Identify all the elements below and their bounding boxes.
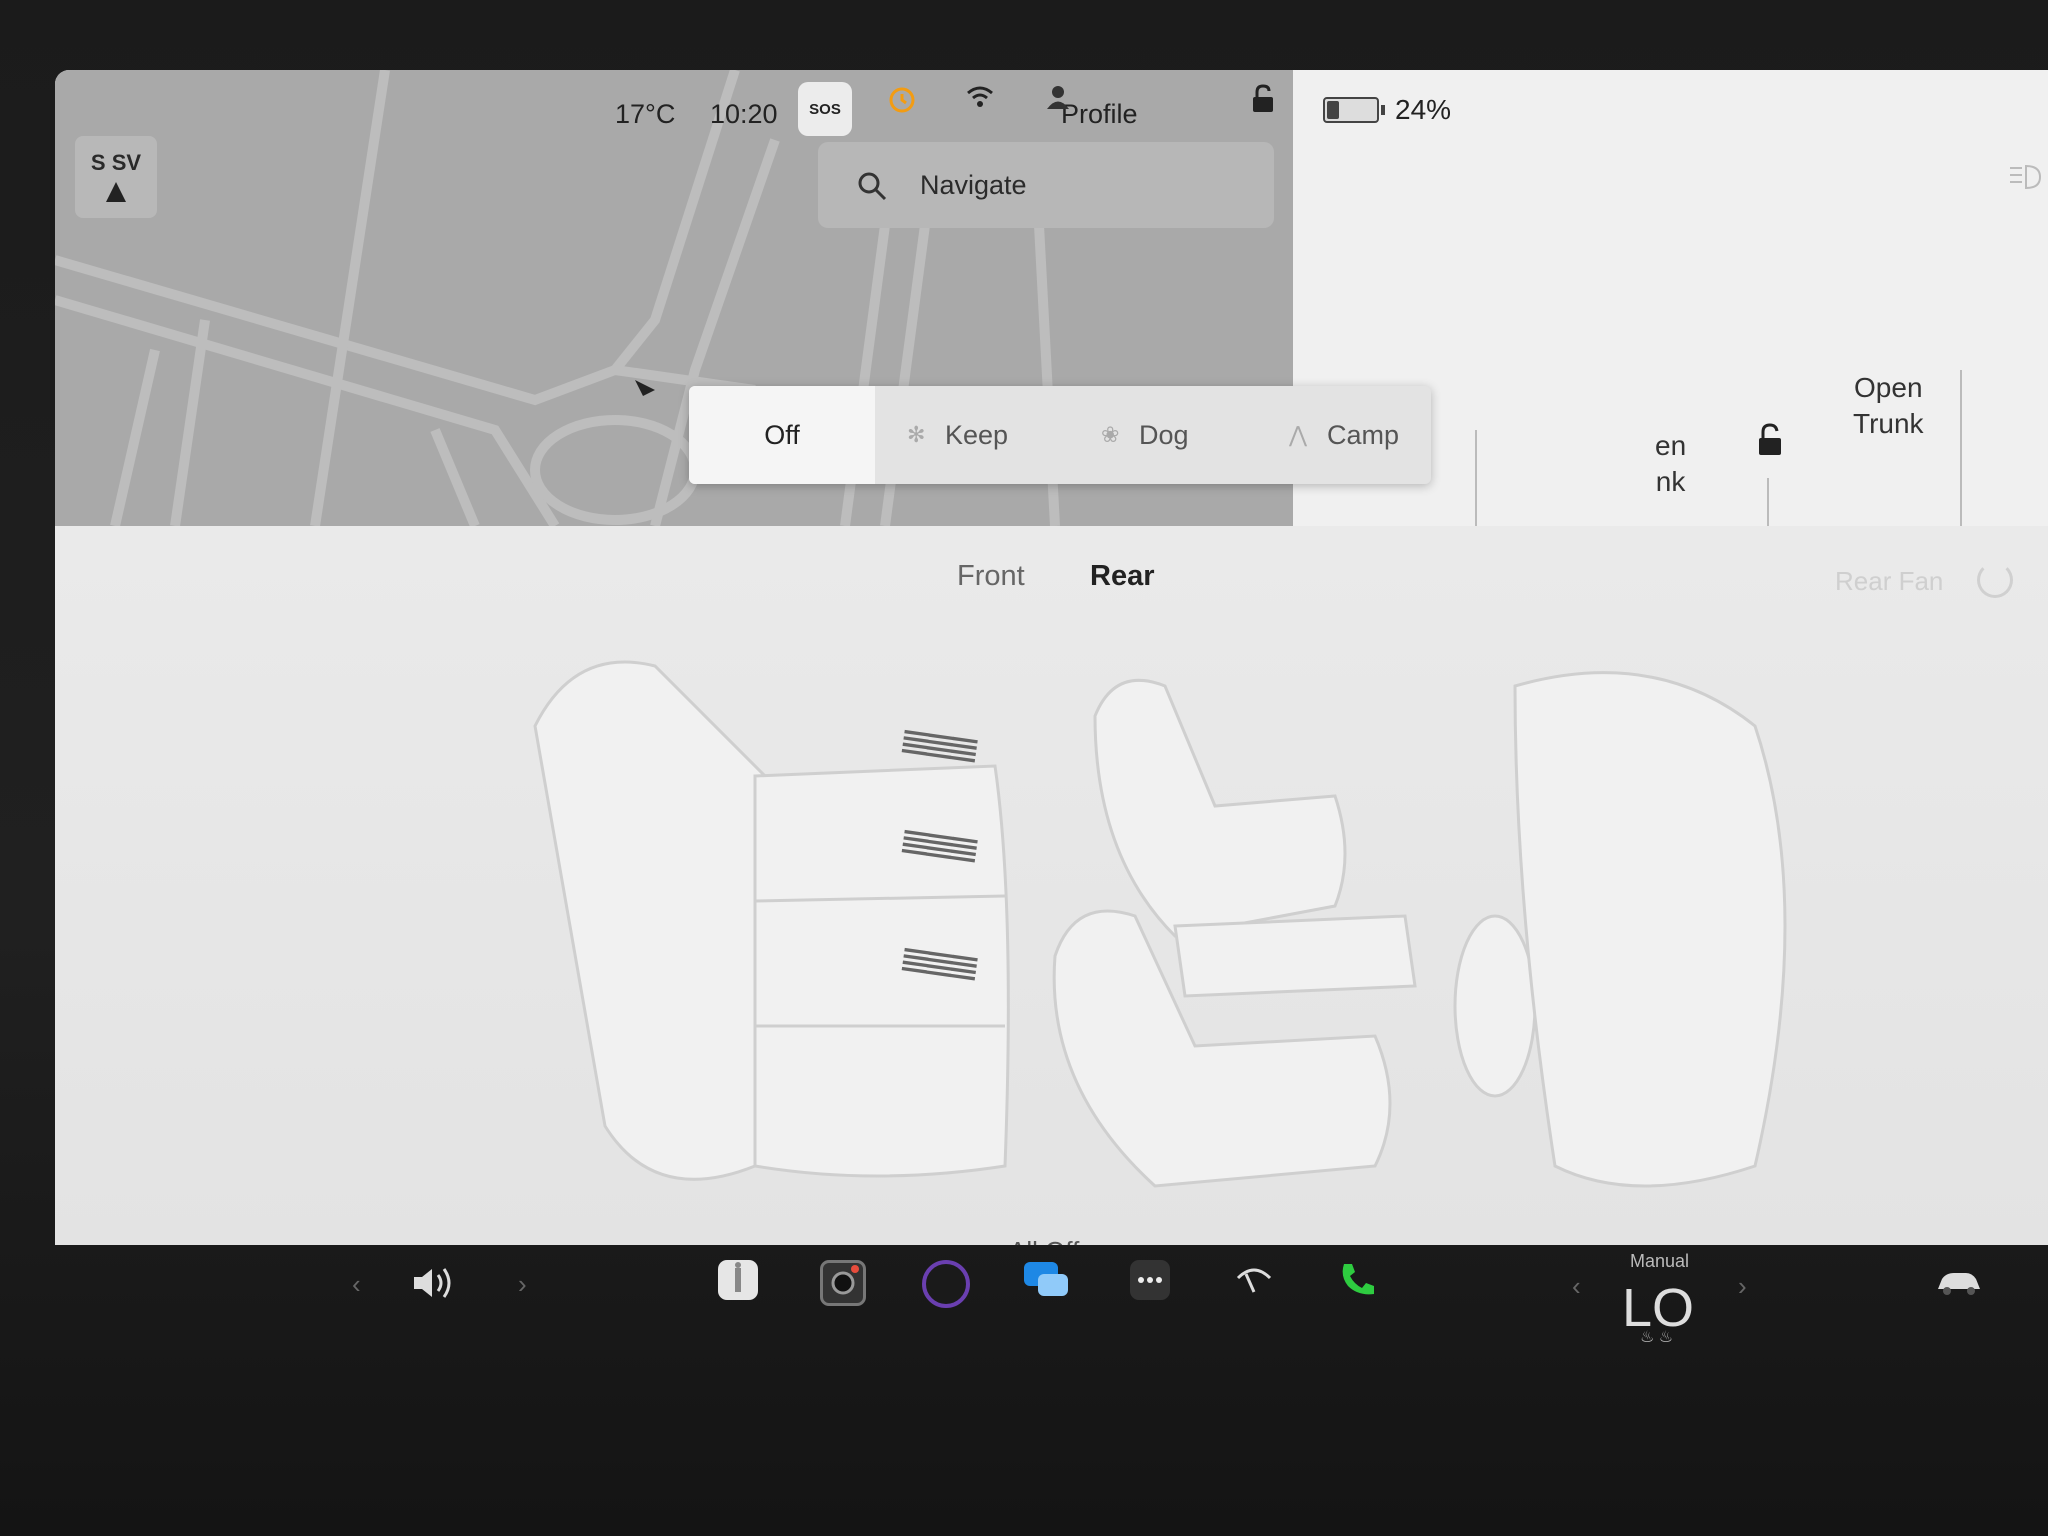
temp-down-chevron-icon[interactable]: ‹ xyxy=(1572,1271,1581,1302)
tab-rear[interactable]: Rear xyxy=(1090,560,1155,593)
all-off-button[interactable]: All Off xyxy=(1009,1236,1079,1245)
headlights-icon[interactable] xyxy=(2008,162,2042,192)
sos-label: SOS xyxy=(809,100,841,118)
tab-front[interactable]: Front xyxy=(957,560,1025,593)
heading-arrow-icon xyxy=(106,182,126,202)
mode-off-label: Off xyxy=(764,419,800,450)
camera-app-icon[interactable] xyxy=(820,1260,866,1306)
speaker-icon xyxy=(414,1268,451,1298)
dashcam-app-icon[interactable] xyxy=(922,1260,970,1308)
mode-keep-option[interactable]: ✻ Keep xyxy=(907,386,1008,484)
compass-heading: S SV xyxy=(90,150,142,175)
profile-button[interactable]: Profile xyxy=(1045,84,1138,144)
manual-app-icon[interactable] xyxy=(718,1260,758,1300)
clock: 10:20 xyxy=(710,98,778,129)
frunk-label-line1: en xyxy=(1655,430,1687,461)
navigate-search[interactable]: Navigate xyxy=(818,142,1274,228)
trunk-label-line1: Open xyxy=(1854,372,1923,403)
climate-mode-selector: Off ✻ Keep ❀ Dog ⋀ Camp xyxy=(689,386,1431,484)
navigate-placeholder: Navigate xyxy=(920,170,1027,200)
frunk-label-line2: nk xyxy=(1655,466,1686,497)
mode-camp-label: Camp xyxy=(1327,419,1400,450)
open-frunk-button[interactable]: en nk xyxy=(1655,428,1686,500)
fan-icon: ✻ xyxy=(907,422,926,447)
mode-camp-option[interactable]: ⋀ Camp xyxy=(1289,386,1399,484)
mode-dog-label: Dog xyxy=(1139,419,1189,450)
wiper-icon[interactable] xyxy=(1234,1260,1274,1300)
search-icon xyxy=(858,172,887,201)
rear-fan-power-icon[interactable] xyxy=(1977,562,2013,598)
temp-up-chevron-icon[interactable]: › xyxy=(1738,1271,1747,1302)
charge-port-unlock-icon[interactable] xyxy=(1753,422,1787,465)
rear-fan-label[interactable]: Rear Fan xyxy=(1835,566,1943,597)
mode-dog-option[interactable]: ❀ Dog xyxy=(1101,386,1189,484)
mode-off-option[interactable]: Off xyxy=(689,386,875,484)
tent-icon: ⋀ xyxy=(1289,422,1308,447)
mode-keep-label: Keep xyxy=(945,419,1009,450)
volume-up-chevron-icon[interactable]: › xyxy=(518,1269,527,1300)
battery-indicator: 24% xyxy=(1323,94,1451,126)
car-icon[interactable] xyxy=(1934,1267,1980,1307)
touchscreen: S SV 17°C 10:20 SOS Profile Navigate 24% xyxy=(55,70,2048,1245)
open-trunk-button[interactable]: Open Trunk xyxy=(1853,370,1924,442)
messages-app-icon[interactable] xyxy=(1024,1260,1068,1300)
battery-fill xyxy=(1327,101,1339,119)
trunk-label-line2: Trunk xyxy=(1853,408,1924,439)
profile-label: Profile xyxy=(1061,98,1138,129)
climate-manual-label: Manual xyxy=(1630,1251,1690,1271)
cabin-seats-illustration xyxy=(533,660,1787,1188)
seat-heater-icon: 〰〰 xyxy=(907,1231,963,1245)
volume-button[interactable] xyxy=(410,1263,462,1303)
volume-down-chevron-icon[interactable]: ‹ xyxy=(352,1269,361,1300)
seat-heating-panel: Front Rear Rear Fan 𝌆𝌆𝌆 𝌆𝌆𝌆 𝌆𝌆𝌆 xyxy=(55,526,2048,1245)
profile-icon xyxy=(1047,86,1069,109)
taskbar: ‹ › ‹ Manual LO ♨ ♨ › xyxy=(0,1245,2048,1385)
sos-button[interactable]: SOS xyxy=(798,82,852,136)
battery-percent: 24% xyxy=(1395,94,1452,125)
phone-icon[interactable] xyxy=(1338,1260,1378,1300)
battery-icon xyxy=(1323,97,1379,123)
more-apps-icon[interactable] xyxy=(1130,1260,1170,1300)
paw-icon: ❀ xyxy=(1101,422,1120,447)
seat-heat-mini-icon: ♨ ♨ xyxy=(1640,1329,1674,1346)
compass-button[interactable]: S SV xyxy=(75,136,157,218)
outside-temperature: 17°C xyxy=(615,98,676,129)
